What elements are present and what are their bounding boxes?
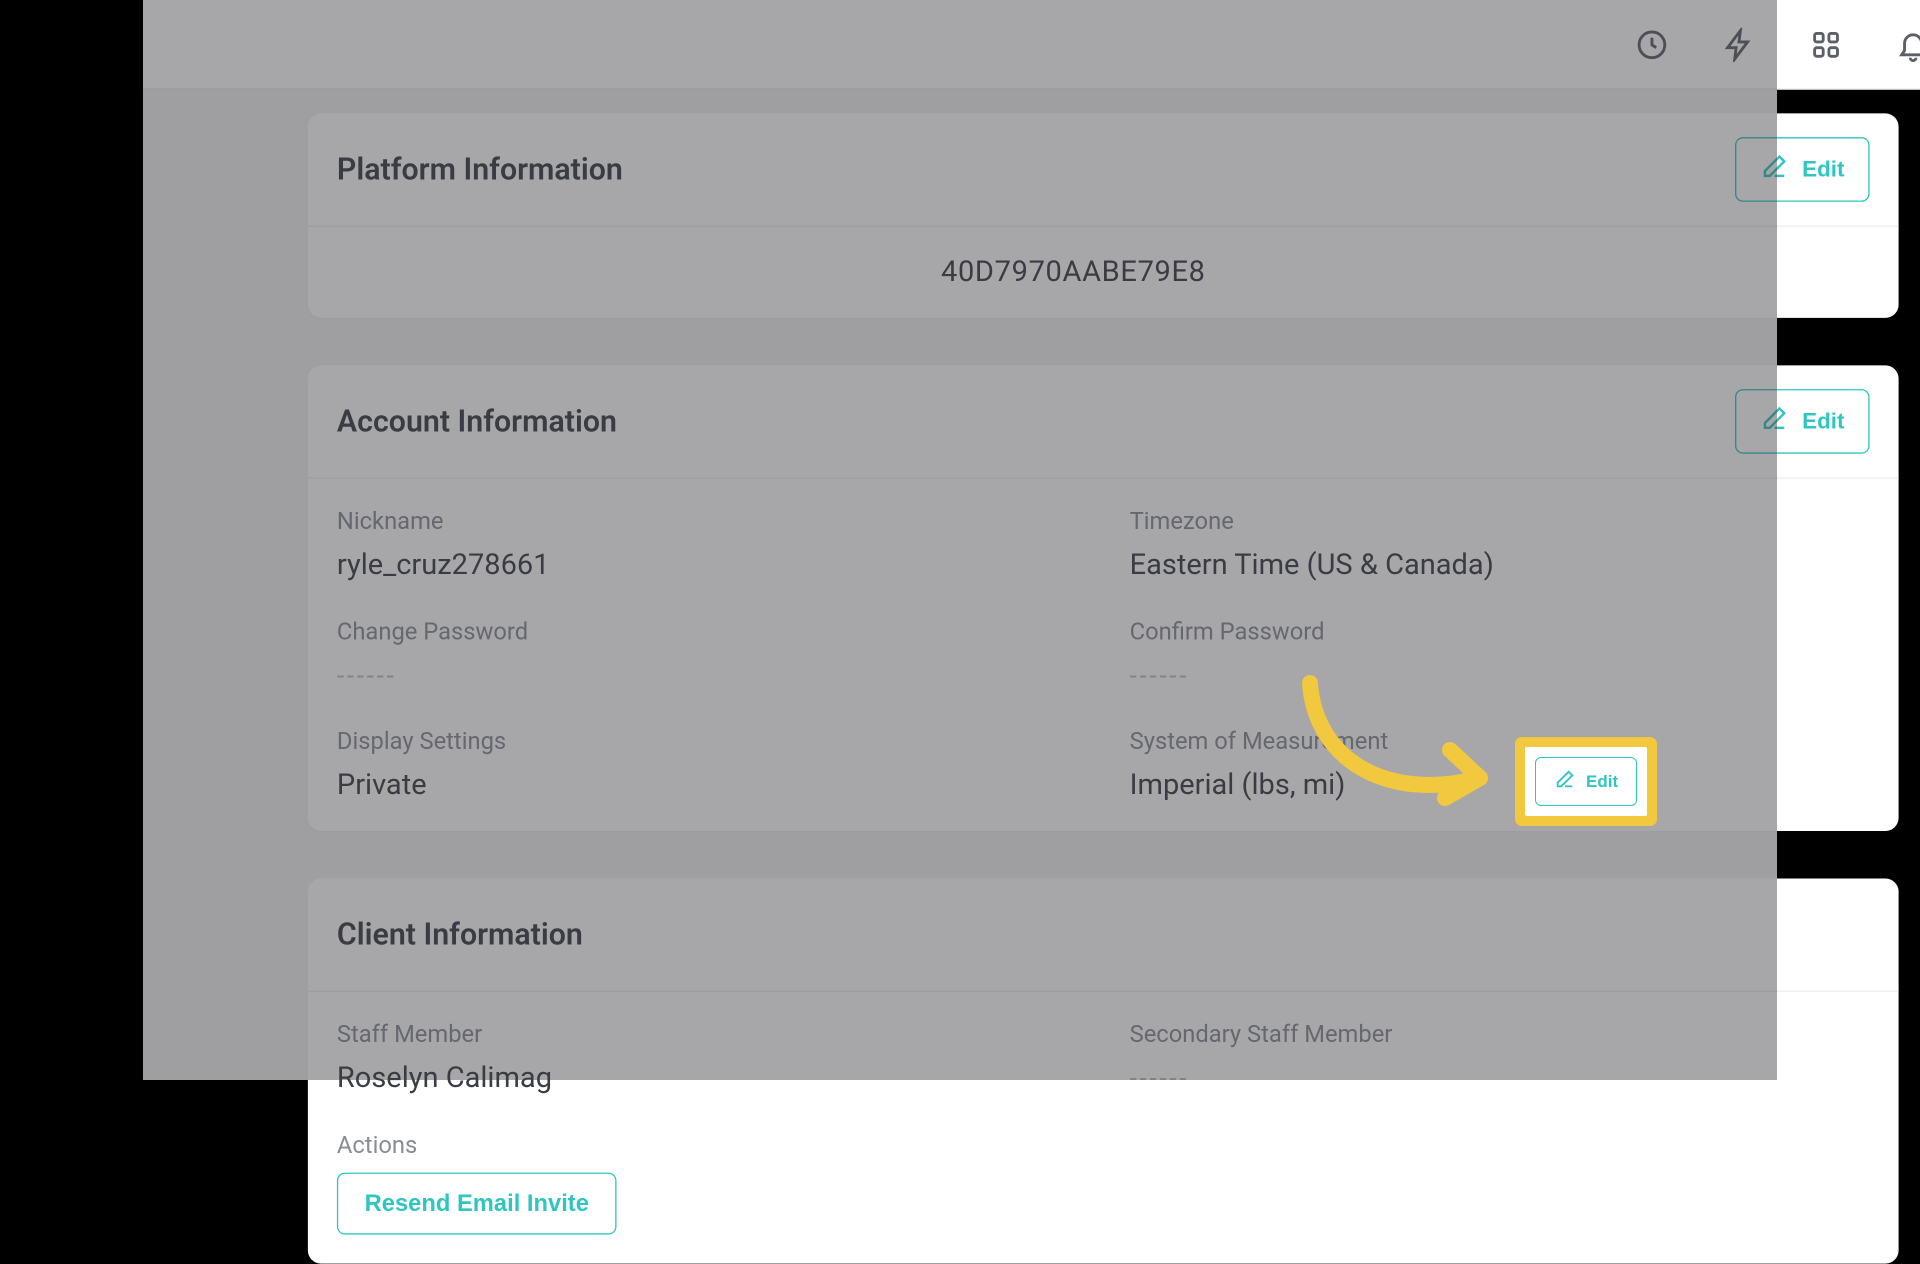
staff-member-value: Roselyn Calimag (337, 1062, 1077, 1095)
edit-icon (1760, 152, 1789, 188)
edit-icon (1760, 404, 1789, 440)
timezone-label: Timezone (1130, 508, 1870, 536)
display-settings-value: Private (337, 769, 1077, 802)
edit-platform-label: Edit (1802, 156, 1844, 182)
account-information-card: Account Information Edit Nickname ryle_c… (308, 365, 1899, 831)
edit-icon (1554, 768, 1576, 795)
client-info-title: Client Information (337, 917, 583, 953)
change-password-value: ------ (337, 660, 1077, 692)
top-toolbar (143, 0, 1920, 90)
platform-information-card: Platform Information Edit 40D7970AABE79E… (308, 113, 1899, 317)
edit-client-button-highlighted[interactable]: Edit (1535, 757, 1637, 806)
edit-client-label: Edit (1586, 772, 1618, 792)
staff-member-label: Staff Member (337, 1021, 1077, 1049)
display-settings-label: Display Settings (337, 728, 1077, 756)
resend-email-invite-button[interactable]: Resend Email Invite (337, 1173, 617, 1235)
nickname-label: Nickname (337, 508, 1077, 536)
secondary-staff-value: ------ (1130, 1062, 1870, 1094)
highlight-callout: Edit (1525, 747, 1647, 816)
edit-platform-button[interactable]: Edit (1735, 137, 1870, 202)
confirm-password-value: ------ (1130, 660, 1870, 692)
actions-label: Actions (337, 1132, 1870, 1160)
measurement-value: Imperial (lbs, mi) (1130, 769, 1870, 802)
confirm-password-label: Confirm Password (1130, 619, 1870, 647)
edit-account-label: Edit (1802, 408, 1844, 434)
bell-icon[interactable] (1895, 26, 1920, 63)
apps-icon[interactable] (1808, 26, 1845, 63)
secondary-staff-label: Secondary Staff Member (1130, 1021, 1870, 1049)
platform-info-title: Platform Information (337, 152, 623, 188)
edit-account-button[interactable]: Edit (1735, 389, 1870, 454)
client-information-card: Client Information Edit Staff Member Ros… (308, 878, 1899, 1263)
change-password-label: Change Password (337, 619, 1077, 647)
account-info-title: Account Information (337, 404, 617, 440)
bolt-icon[interactable] (1721, 26, 1758, 63)
measurement-label: System of Measurement (1130, 728, 1870, 756)
clock-icon[interactable] (1633, 26, 1670, 63)
nickname-value: ryle_cruz278661 (337, 549, 1077, 582)
platform-id-value: 40D7970AABE79E8 (941, 256, 1870, 289)
timezone-value: Eastern Time (US & Canada) (1130, 549, 1870, 582)
